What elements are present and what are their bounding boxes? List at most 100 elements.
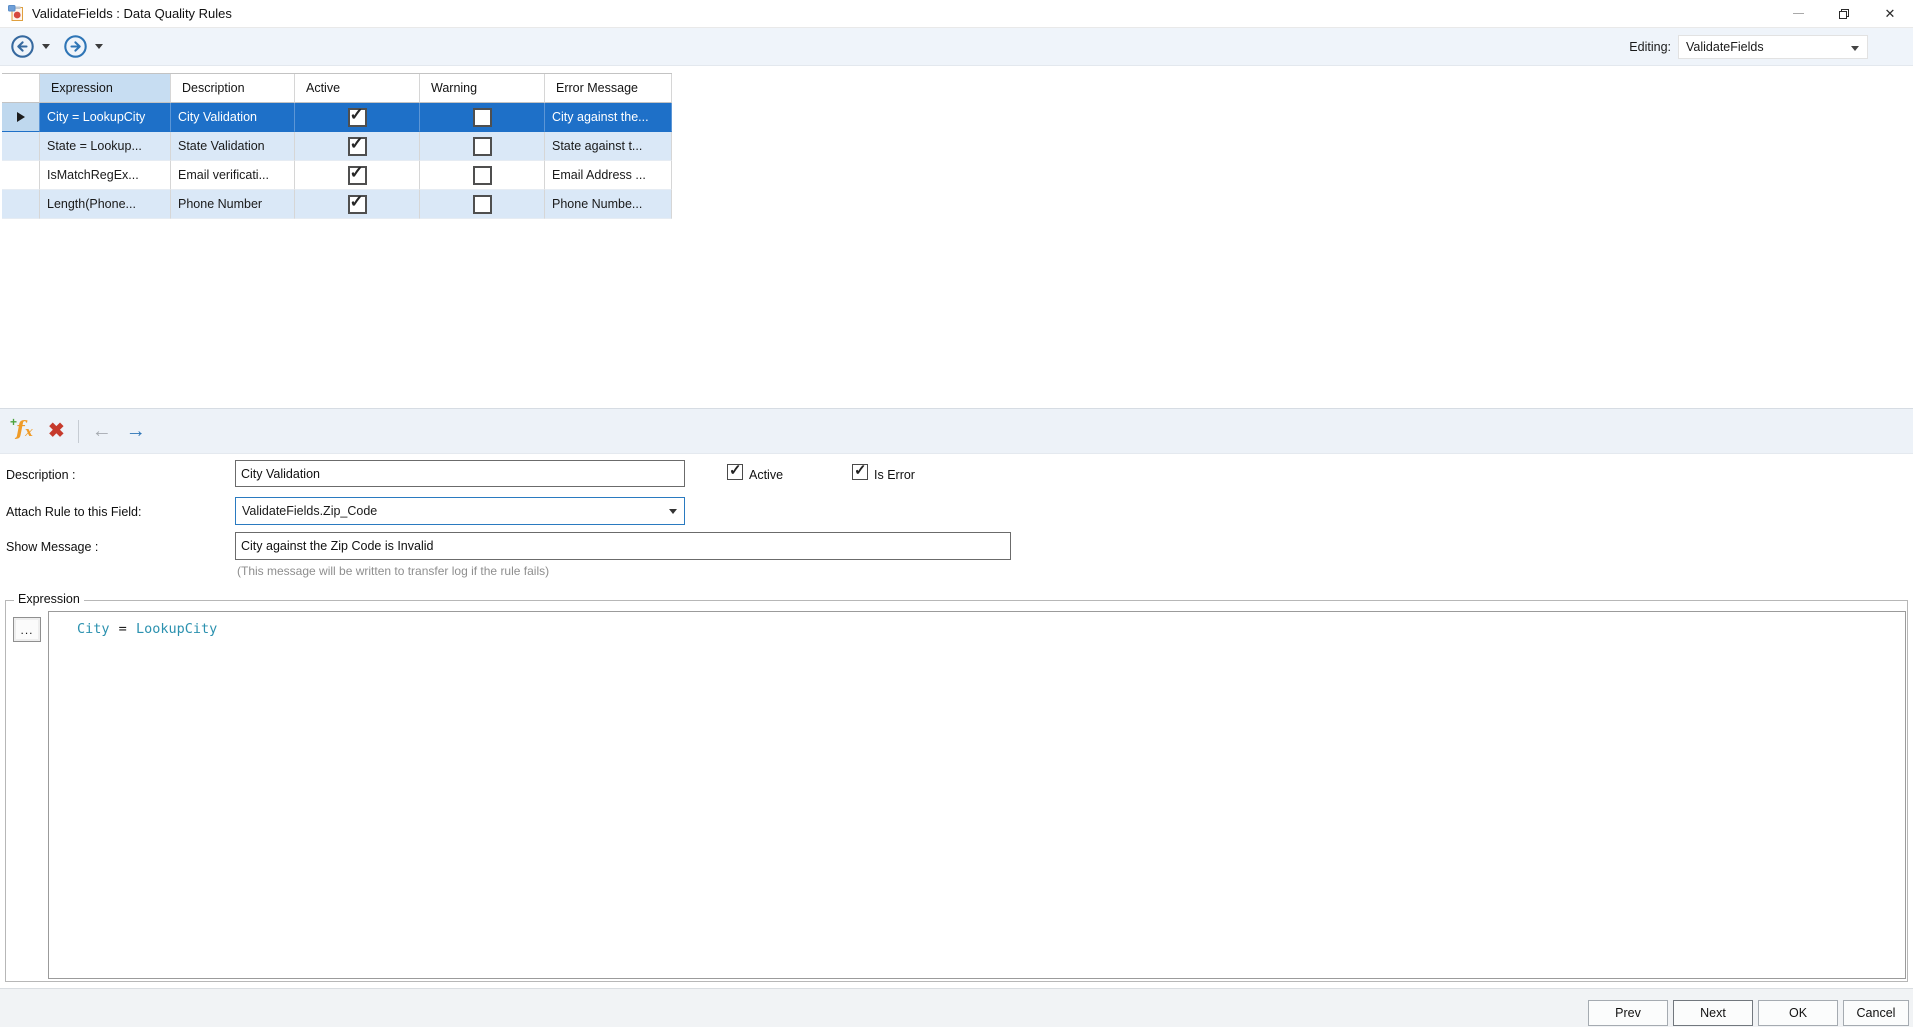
row-selector[interactable] — [2, 103, 40, 132]
back-button[interactable] — [10, 34, 35, 59]
cell-warning[interactable] — [420, 161, 545, 190]
cell-error-message[interactable]: City against the... — [545, 103, 672, 132]
cell-expression[interactable]: City = LookupCity — [40, 103, 171, 132]
cell-active[interactable] — [295, 103, 420, 132]
navigation-toolbar: Editing: ValidateFields — [0, 28, 1913, 66]
cell-warning[interactable] — [420, 132, 545, 161]
cell-description[interactable]: State Validation — [171, 132, 295, 161]
forward-button[interactable] — [63, 34, 88, 59]
forward-dropdown-caret-icon[interactable] — [95, 44, 103, 49]
app-icon — [8, 5, 25, 22]
attach-field-label: Attach Rule to this Field: — [6, 505, 141, 519]
warning-checkbox[interactable] — [473, 137, 492, 156]
active-checkbox[interactable] — [348, 137, 367, 156]
forward-icon — [63, 34, 88, 59]
cell-active[interactable] — [295, 132, 420, 161]
rules-grid: Expression Description Active Warning Er… — [2, 73, 672, 219]
expression-lhs: City — [77, 621, 110, 637]
grid-header-active[interactable]: Active — [295, 74, 420, 103]
grid-header-description[interactable]: Description — [171, 74, 295, 103]
ok-button[interactable]: OK — [1758, 1000, 1838, 1026]
title-bar: ValidateFields : Data Quality Rules ✕ — [0, 0, 1913, 28]
cancel-button[interactable]: Cancel — [1843, 1000, 1909, 1026]
current-row-arrow-icon — [17, 112, 25, 122]
cell-description[interactable]: Phone Number — [171, 190, 295, 219]
expression-group-label: Expression — [14, 592, 84, 606]
previous-rule-button[interactable]: ← — [92, 421, 112, 441]
expression-groupbox: Expression ... City = LookupCity — [5, 600, 1908, 982]
is-error-checkbox-label: Is Error — [874, 468, 915, 482]
footer-bar: Prev Next OK Cancel — [0, 988, 1913, 1027]
add-function-fx-icon: f — [16, 416, 25, 440]
show-message-label: Show Message : — [6, 540, 98, 554]
grid-header-row: Expression Description Active Warning Er… — [2, 74, 672, 103]
prev-button[interactable]: Prev — [1588, 1000, 1668, 1026]
minimize-icon — [1793, 13, 1804, 14]
window-title: ValidateFields : Data Quality Rules — [32, 6, 232, 21]
grid-header-warning[interactable]: Warning — [420, 74, 545, 103]
row-selector[interactable] — [2, 161, 40, 190]
cell-expression[interactable]: State = Lookup... — [40, 132, 171, 161]
cell-error-message[interactable]: Email Address ... — [545, 161, 672, 190]
cell-error-message[interactable]: State against t... — [545, 132, 672, 161]
grid-header-error-message[interactable]: Error Message — [545, 74, 672, 103]
back-dropdown-caret-icon[interactable] — [42, 44, 50, 49]
grid-header-expression[interactable]: Expression — [40, 74, 171, 103]
cell-warning[interactable] — [420, 103, 545, 132]
row-selector[interactable] — [2, 132, 40, 161]
cell-active[interactable] — [295, 190, 420, 219]
expression-builder-button[interactable]: ... — [13, 617, 41, 642]
cell-expression[interactable]: IsMatchRegEx... — [40, 161, 171, 190]
grid-header-selector — [2, 74, 40, 103]
active-checkbox-label: Active — [749, 468, 783, 482]
next-arrow-icon: → — [126, 420, 146, 442]
toolbar-separator — [78, 420, 79, 443]
editing-combobox[interactable]: ValidateFields — [1678, 35, 1868, 59]
table-row[interactable]: City = LookupCity City Validation City a… — [2, 103, 672, 132]
next-rule-button[interactable]: → — [126, 421, 146, 441]
cell-description[interactable]: Email verificati... — [171, 161, 295, 190]
active-checkbox[interactable] — [348, 166, 367, 185]
delete-rule-button[interactable]: ✖ — [48, 421, 65, 441]
active-checkbox[interactable] — [348, 195, 367, 214]
next-button[interactable]: Next — [1673, 1000, 1753, 1026]
description-input[interactable] — [235, 460, 685, 487]
expression-rhs: LookupCity — [136, 621, 217, 637]
editing-dropdown-caret-icon — [1851, 46, 1859, 51]
restore-button[interactable] — [1821, 0, 1867, 27]
active-checkbox[interactable] — [727, 464, 743, 480]
rule-editor-toolbar: + f x ✖ ← → — [0, 408, 1913, 454]
attach-field-dropdown-caret-icon — [669, 509, 677, 514]
delete-icon: ✖ — [48, 420, 65, 442]
previous-arrow-icon: ← — [92, 420, 112, 442]
attach-field-combobox-value: ValidateFields.Zip_Code — [242, 504, 377, 518]
editing-combobox-value: ValidateFields — [1686, 40, 1764, 54]
warning-checkbox[interactable] — [473, 195, 492, 214]
table-row[interactable]: IsMatchRegEx... Email verificati... Emai… — [2, 161, 672, 190]
attach-field-combobox[interactable]: ValidateFields.Zip_Code — [235, 497, 685, 525]
close-button[interactable]: ✕ — [1867, 0, 1913, 27]
cell-expression[interactable]: Length(Phone... — [40, 190, 171, 219]
row-selector[interactable] — [2, 190, 40, 219]
close-icon: ✕ — [1885, 6, 1896, 22]
message-hint: (This message will be written to transfe… — [237, 564, 549, 578]
cell-warning[interactable] — [420, 190, 545, 219]
editing-label: Editing: — [1629, 40, 1671, 54]
description-label: Description : — [6, 468, 75, 482]
expression-operator: = — [118, 621, 136, 637]
warning-checkbox[interactable] — [473, 166, 492, 185]
table-row[interactable]: State = Lookup... State Validation State… — [2, 132, 672, 161]
show-message-input[interactable] — [235, 532, 1011, 560]
restore-icon — [1838, 8, 1850, 20]
cell-error-message[interactable]: Phone Numbe... — [545, 190, 672, 219]
cell-description[interactable]: City Validation — [171, 103, 295, 132]
minimize-button[interactable] — [1775, 0, 1821, 27]
expression-code-editor[interactable]: City = LookupCity — [48, 611, 1906, 979]
is-error-checkbox[interactable] — [852, 464, 868, 480]
cell-active[interactable] — [295, 161, 420, 190]
back-icon — [10, 34, 35, 59]
table-row[interactable]: Length(Phone... Phone Number Phone Numbe… — [2, 190, 672, 219]
warning-checkbox[interactable] — [473, 108, 492, 127]
add-function-button[interactable]: + f x — [10, 418, 36, 444]
active-checkbox[interactable] — [348, 108, 367, 127]
